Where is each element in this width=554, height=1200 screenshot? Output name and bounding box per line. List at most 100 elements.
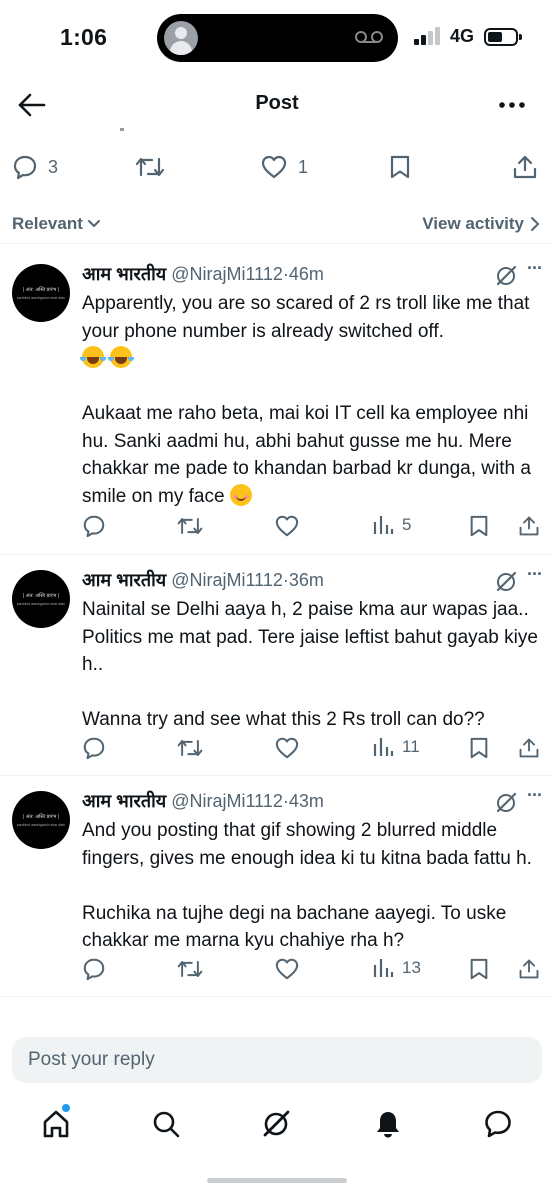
- bookmark-icon: [470, 515, 488, 537]
- views-button[interactable]: 5: [372, 514, 411, 536]
- comment-icon: [83, 515, 105, 538]
- share-button[interactable]: [518, 957, 540, 981]
- home-indicator: [207, 1178, 347, 1183]
- messages-icon[interactable]: [482, 1108, 514, 1140]
- reply-more-button[interactable]: ···: [527, 258, 543, 279]
- network-type: 4G: [450, 26, 475, 46]
- bottom-navigation: [0, 1096, 554, 1156]
- chevron-right-icon: [531, 217, 539, 231]
- heart-icon: [275, 737, 299, 759]
- reply-button[interactable]: 3: [12, 154, 58, 180]
- views-button[interactable]: 13: [372, 957, 421, 979]
- repost-button[interactable]: [176, 957, 204, 981]
- grok-icon[interactable]: [260, 1108, 292, 1140]
- home-notification-dot: [62, 1104, 70, 1112]
- bar-chart-icon: [373, 516, 394, 534]
- status-bar: 1:06 4G: [0, 0, 554, 76]
- reply-item[interactable]: | अंत: अस्ति प्रारंभ | sarvbhut aarshgan…: [0, 556, 554, 776]
- reply-action-bar: 11: [82, 736, 544, 764]
- reply-action-bar: 13: [82, 957, 544, 985]
- call-avatar-icon: [164, 21, 198, 55]
- like-button[interactable]: 1: [260, 154, 308, 180]
- like-button[interactable]: [274, 514, 300, 538]
- grok-icon[interactable]: [494, 570, 518, 594]
- reply-more-button[interactable]: ···: [527, 564, 543, 585]
- user-handle[interactable]: @NirajMi1112: [171, 570, 283, 590]
- repost-button[interactable]: [176, 736, 204, 760]
- bookmark-icon: [470, 958, 488, 980]
- view-activity-label: View activity: [422, 214, 524, 233]
- reply-header: आम भारतीय @NirajMi1112·43m: [82, 789, 542, 815]
- heart-icon: [275, 515, 299, 537]
- dynamic-island: [157, 14, 398, 62]
- bookmark-button[interactable]: [388, 154, 412, 180]
- avatar[interactable]: | अंत: अस्ति प्रारंभ | sarvbhut aarshgan…: [12, 264, 70, 322]
- repost-button[interactable]: [176, 514, 204, 538]
- bookmark-icon: [390, 155, 410, 179]
- repost-icon: [177, 740, 203, 756]
- reply-text: And you posting that gif showing 2 blurr…: [82, 820, 532, 951]
- user-handle[interactable]: @NirajMi1112: [171, 264, 283, 284]
- grok-icon[interactable]: [494, 791, 518, 815]
- search-icon[interactable]: [150, 1108, 182, 1140]
- replies-sort-bar: Relevant View activity: [0, 204, 554, 244]
- reply-item[interactable]: | अंत: अस्ति प्रारंभ | sarvbhut aarshgan…: [0, 777, 554, 997]
- comment-icon: [83, 958, 105, 981]
- share-button[interactable]: [512, 154, 538, 180]
- grok-icon[interactable]: [494, 264, 518, 288]
- like-count: 1: [298, 156, 309, 177]
- display-name[interactable]: आम भारतीय: [82, 791, 166, 811]
- share-button[interactable]: [518, 514, 540, 538]
- display-name[interactable]: आम भारतीय: [82, 264, 166, 284]
- smiling-emoji-icon: [229, 483, 252, 506]
- like-button[interactable]: [274, 957, 300, 981]
- view-count: 11: [402, 737, 420, 756]
- share-button[interactable]: [518, 736, 540, 760]
- relevant-label: Relevant: [12, 214, 83, 233]
- avatar[interactable]: | अंत: अस्ति प्रारंभ | sarvbhut aarshgan…: [12, 791, 70, 849]
- bookmark-button[interactable]: [468, 957, 490, 981]
- view-count: 5: [402, 515, 412, 534]
- status-time: 1:06: [60, 24, 108, 50]
- reply-time: 43m: [288, 791, 324, 811]
- repost-icon: [135, 157, 165, 177]
- bookmark-icon: [470, 737, 488, 759]
- heart-icon: [275, 958, 299, 980]
- user-handle[interactable]: @NirajMi1112: [171, 791, 283, 811]
- reply-text: Apparently, you are so scared of 2 rs tr…: [80, 293, 531, 507]
- reply-button[interactable]: [82, 957, 106, 981]
- share-icon: [519, 516, 539, 536]
- cellular-signal-icon: [414, 27, 440, 45]
- reply-button[interactable]: [82, 514, 106, 538]
- avatar[interactable]: | अंत: अस्ति प्रारंभ | sarvbhut aarshgan…: [12, 570, 70, 628]
- more-horizontal-icon[interactable]: [498, 92, 526, 118]
- repost-icon: [177, 961, 203, 977]
- reply-header: आम भारतीय @NirajMi1112·36m: [82, 568, 542, 594]
- bell-icon[interactable]: [372, 1108, 404, 1140]
- page-title: Post: [255, 92, 299, 114]
- display-name[interactable]: आम भारतीय: [82, 570, 166, 590]
- bar-chart-icon: [373, 959, 394, 977]
- repost-button[interactable]: [134, 154, 166, 180]
- bar-chart-icon: [373, 738, 394, 756]
- reply-count: 3: [48, 156, 59, 177]
- bookmark-button[interactable]: [468, 736, 490, 760]
- reply-button[interactable]: [82, 736, 106, 760]
- comment-icon: [13, 155, 37, 180]
- share-icon: [513, 155, 537, 179]
- repost-icon: [177, 518, 203, 534]
- reply-item[interactable]: | अंत: अस्ति प्रारंभ | sarvbhut aarshgan…: [0, 250, 554, 555]
- top-bar: Post: [0, 80, 554, 130]
- post-action-bar: 3 1: [0, 150, 554, 190]
- views-button[interactable]: 11: [372, 736, 420, 758]
- relevant-sort-dropdown[interactable]: Relevant: [12, 214, 101, 234]
- view-activity-link[interactable]: View activity: [422, 214, 540, 234]
- home-icon[interactable]: [40, 1108, 72, 1140]
- share-icon: [519, 738, 539, 758]
- reply-text: Nainital se Delhi aaya h, 2 paise kma au…: [82, 599, 538, 730]
- like-button[interactable]: [274, 736, 300, 760]
- reply-time: 36m: [288, 570, 324, 590]
- reply-more-button[interactable]: ···: [527, 785, 543, 806]
- reply-input[interactable]: [12, 1037, 542, 1083]
- bookmark-button[interactable]: [468, 514, 490, 538]
